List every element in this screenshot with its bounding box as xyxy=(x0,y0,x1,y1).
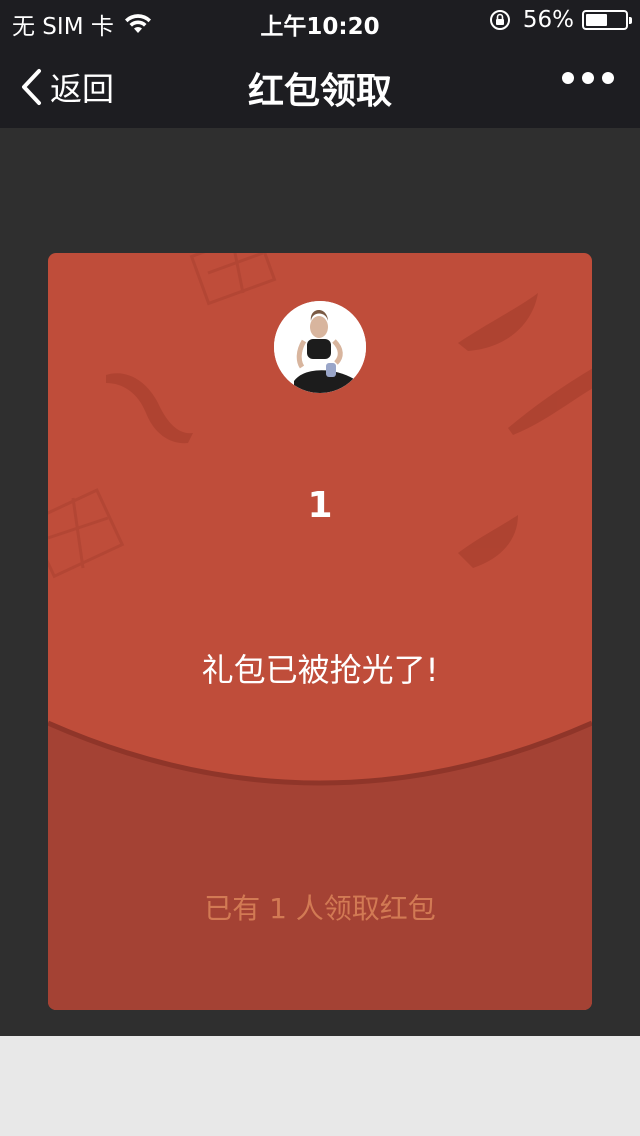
claimed-count-link[interactable]: 已有 1 人领取红包 xyxy=(48,887,592,927)
nav-bar: 返回 红包领取 xyxy=(0,40,640,128)
orientation-lock-icon xyxy=(489,10,510,30)
status-bar: 无 SIM 卡 上午10:20 56% xyxy=(0,0,640,40)
avatar-image xyxy=(274,301,366,393)
dot xyxy=(582,72,594,84)
battery-nub xyxy=(629,17,632,24)
dot xyxy=(602,72,614,84)
battery-fill xyxy=(586,14,607,26)
page-title: 红包领取 xyxy=(247,71,392,112)
dot xyxy=(562,72,574,84)
battery-percent: 56% xyxy=(522,7,574,33)
status-message: 礼包已被抢光了! xyxy=(201,651,439,689)
sender-avatar xyxy=(274,301,366,393)
amount-value: 1 xyxy=(307,485,333,526)
battery-icon xyxy=(582,10,632,30)
red-envelope-card: 1 礼包已被抢光了! 已有 1 人领取红包 xyxy=(48,253,592,1010)
status-right: 56% xyxy=(489,7,632,33)
bottom-area xyxy=(0,1036,640,1136)
more-dots-icon[interactable] xyxy=(562,72,614,84)
